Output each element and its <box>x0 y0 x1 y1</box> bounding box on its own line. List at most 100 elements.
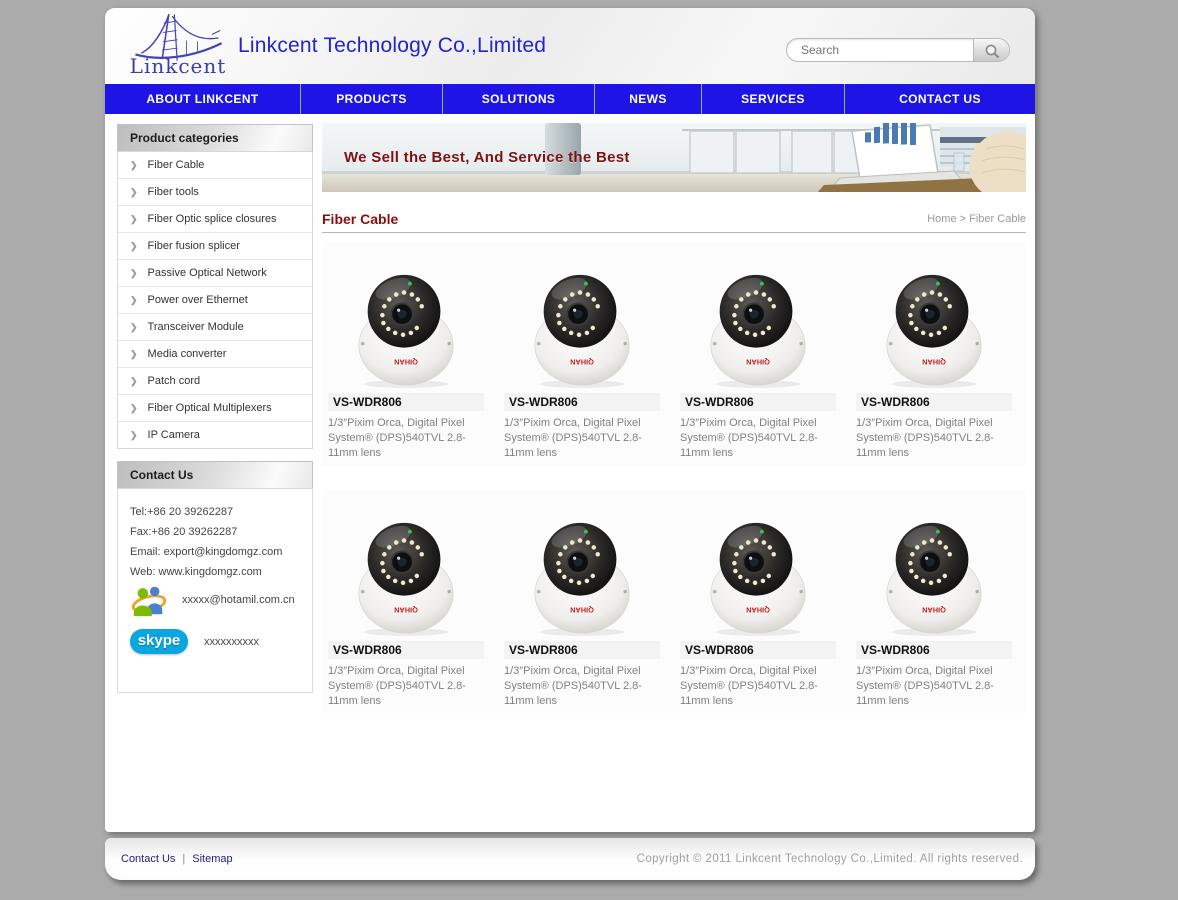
product-card[interactable]: VS-WDR806 1/3″Pixim Orca, Digital Pixel … <box>322 251 498 466</box>
breadcrumb: Home > Fiber Cable <box>927 213 1026 225</box>
breadcrumb-home-link[interactable]: Home <box>927 213 956 225</box>
contact-email: Email: export@kingdomgz.com <box>130 542 304 562</box>
msn-messenger-icon[interactable] <box>130 581 168 619</box>
product-title[interactable]: VS-WDR806 <box>856 641 1012 659</box>
sidebar: Product categories ❯ Fiber Cable ❯ Fiber… <box>117 124 313 693</box>
product-grid-row-2: VS-WDR806 1/3″Pixim Orca, Digital Pixel … <box>322 491 1026 713</box>
footer-links: Contact Us | Sitemap <box>121 838 233 880</box>
search-button[interactable] <box>973 39 1009 61</box>
chevron-right-icon: ❯ <box>130 206 138 232</box>
nav-item-products[interactable]: PRODUCTS <box>301 84 443 114</box>
msn-id: xxxxx@hotamil.com.cn <box>182 594 295 606</box>
sidebar-item-optical-multiplexers[interactable]: ❯ Fiber Optical Multiplexers <box>118 394 312 421</box>
product-card[interactable]: VS-WDR806 1/3″Pixim Orca, Digital Pixel … <box>674 251 850 466</box>
product-image[interactable] <box>328 251 484 389</box>
product-description: 1/3″Pixim Orca, Digital Pixel System® (D… <box>328 416 484 461</box>
nav-item-about[interactable]: ABOUT LINKCENT <box>105 84 301 114</box>
product-card[interactable]: VS-WDR806 1/3″Pixim Orca, Digital Pixel … <box>674 499 850 713</box>
chevron-right-icon: ❯ <box>130 287 138 313</box>
nav-item-news[interactable]: NEWS <box>595 84 702 114</box>
product-card[interactable]: VS-WDR806 1/3″Pixim Orca, Digital Pixel … <box>850 499 1026 713</box>
product-description: 1/3″Pixim Orca, Digital Pixel System® (D… <box>856 416 1012 461</box>
chevron-right-icon: ❯ <box>130 152 138 178</box>
contact-us-header: Contact Us <box>117 461 313 488</box>
product-image[interactable] <box>856 251 1012 389</box>
page-title: Fiber Cable <box>322 211 398 227</box>
banner-image: We Sell the Best, And Service the Best <box>322 123 1026 192</box>
contact-web: Web: www.kingdomgz.com <box>130 562 304 582</box>
chevron-right-icon: ❯ <box>130 368 138 394</box>
product-title[interactable]: VS-WDR806 <box>328 641 484 659</box>
chevron-right-icon: ❯ <box>130 179 138 205</box>
product-description: 1/3″Pixim Orca, Digital Pixel System® (D… <box>504 664 660 709</box>
product-card[interactable]: VS-WDR806 1/3″Pixim Orca, Digital Pixel … <box>850 251 1026 466</box>
product-image[interactable] <box>680 251 836 389</box>
sidebar-item-patch-cord[interactable]: ❯ Patch cord <box>118 367 312 394</box>
footer: Contact Us | Sitemap Copyright © 2011 Li… <box>105 838 1035 880</box>
category-label: Fiber tools <box>148 179 199 205</box>
category-label: Passive Optical Network <box>148 260 267 286</box>
chevron-right-icon: ❯ <box>130 314 138 340</box>
product-image[interactable] <box>504 251 660 389</box>
skype-id: xxxxxxxxxx <box>204 636 259 648</box>
product-card[interactable]: VS-WDR806 1/3″Pixim Orca, Digital Pixel … <box>498 251 674 466</box>
nav-item-contact[interactable]: CONTACT US <box>845 84 1035 114</box>
product-card[interactable]: VS-WDR806 1/3″Pixim Orca, Digital Pixel … <box>498 499 674 713</box>
skype-logo[interactable]: skype <box>130 629 188 654</box>
footer-contact-link[interactable]: Contact Us <box>121 853 175 865</box>
page-heading-row: Fiber Cable Home > Fiber Cable <box>322 206 1026 233</box>
category-label: Transceiver Module <box>148 314 244 340</box>
category-label: IP Camera <box>148 422 200 448</box>
chevron-right-icon: ❯ <box>130 341 138 367</box>
company-title: Linkcent Technology Co.,Limited <box>238 34 546 58</box>
sidebar-item-fiber-cable[interactable]: ❯ Fiber Cable <box>118 152 312 178</box>
product-image[interactable] <box>504 499 660 637</box>
product-description: 1/3″Pixim Orca, Digital Pixel System® (D… <box>680 664 836 709</box>
nav-item-solutions[interactable]: SOLUTIONS <box>443 84 595 114</box>
breadcrumb-current: Fiber Cable <box>969 213 1026 225</box>
product-description: 1/3″Pixim Orca, Digital Pixel System® (D… <box>680 416 836 461</box>
product-categories-header: Product categories <box>117 124 313 151</box>
product-grid-row-1: VS-WDR806 1/3″Pixim Orca, Digital Pixel … <box>322 243 1026 466</box>
product-card[interactable]: VS-WDR806 1/3″Pixim Orca, Digital Pixel … <box>322 499 498 713</box>
nav-item-services[interactable]: SERVICES <box>702 84 845 114</box>
product-image[interactable] <box>856 499 1012 637</box>
category-label: Media converter <box>148 341 227 367</box>
product-image[interactable] <box>680 499 836 637</box>
sidebar-item-fiber-tools[interactable]: ❯ Fiber tools <box>118 178 312 205</box>
site-header: Linkcent Linkcent Technology Co.,Limited <box>105 8 1035 84</box>
product-description: 1/3″Pixim Orca, Digital Pixel System® (D… <box>504 416 660 461</box>
search-icon <box>983 42 1001 60</box>
sidebar-item-transceiver-module[interactable]: ❯ Transceiver Module <box>118 313 312 340</box>
sidebar-item-ip-camera[interactable]: ❯ IP Camera <box>118 421 312 448</box>
product-title[interactable]: VS-WDR806 <box>328 393 484 411</box>
footer-link-separator: | <box>182 853 185 865</box>
site-logo[interactable]: Linkcent <box>119 10 239 82</box>
banner-slogan: We Sell the Best, And Service the Best <box>344 149 630 166</box>
search-input[interactable] <box>799 40 968 60</box>
main-nav: ABOUT LINKCENT PRODUCTS SOLUTIONS NEWS S… <box>105 84 1035 114</box>
product-description: 1/3″Pixim Orca, Digital Pixel System® (D… <box>328 664 484 709</box>
category-label: Fiber fusion splicer <box>148 233 240 259</box>
product-title[interactable]: VS-WDR806 <box>504 393 660 411</box>
sidebar-item-splice-closures[interactable]: ❯ Fiber Optic splice closures <box>118 205 312 232</box>
product-image[interactable] <box>328 499 484 637</box>
product-title[interactable]: VS-WDR806 <box>856 393 1012 411</box>
category-label: Fiber Cable <box>148 152 205 178</box>
product-title[interactable]: VS-WDR806 <box>504 641 660 659</box>
product-title[interactable]: VS-WDR806 <box>680 641 836 659</box>
product-title[interactable]: VS-WDR806 <box>680 393 836 411</box>
chevron-right-icon: ❯ <box>130 395 138 421</box>
footer-sitemap-link[interactable]: Sitemap <box>192 853 232 865</box>
category-label: Fiber Optical Multiplexers <box>148 395 272 421</box>
sidebar-item-passive-optical-network[interactable]: ❯ Passive Optical Network <box>118 259 312 286</box>
category-label: Fiber Optic splice closures <box>148 206 277 232</box>
contact-tel: Tel:+86 20 39262287 <box>130 502 304 522</box>
sidebar-item-fusion-splicer[interactable]: ❯ Fiber fusion splicer <box>118 232 312 259</box>
chevron-right-icon: ❯ <box>130 422 138 448</box>
sidebar-item-media-converter[interactable]: ❯ Media converter <box>118 340 312 367</box>
product-description: 1/3″Pixim Orca, Digital Pixel System® (D… <box>856 664 1012 709</box>
copyright-text: Copyright © 2011 Linkcent Technology Co.… <box>637 838 1023 880</box>
sidebar-item-power-over-ethernet[interactable]: ❯ Power over Ethernet <box>118 286 312 313</box>
logo-text: Linkcent <box>123 54 233 78</box>
